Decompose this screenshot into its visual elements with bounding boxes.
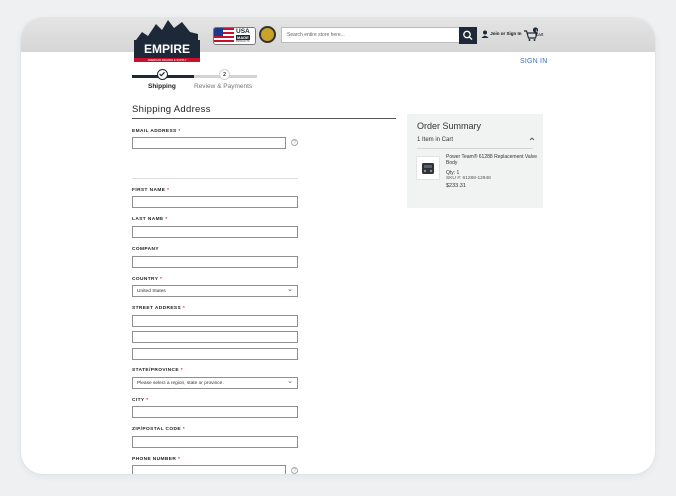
cart-items-toggle[interactable]: 1 Item in Cart [417,137,453,143]
state-select[interactable]: Please select a region, state or provinc… [132,376,298,389]
search-icon [463,30,473,41]
sign-in-link[interactable]: SIGN IN [520,58,547,65]
step-shipping-label: Shipping [148,83,176,90]
order-summary: Order Summary 1 Item in Cart Power Team®… [407,114,543,208]
state-placeholder: Please select a region, state or provinc… [137,381,224,386]
company-label: COMPANY [132,247,159,252]
flag-subtext-2: PRODUCTS [236,39,250,43]
street-address-line-3[interactable] [132,348,298,360]
first-name-field[interactable] [132,196,298,208]
checkout-progress: 2 Shipping Review & Payments [132,68,257,98]
company-field[interactable] [132,256,298,268]
brand-tagline: AMERICAN RIGGING & SUPPLY [148,58,187,62]
flag-text: USA [236,28,250,35]
product-sku: SKU #: 61288-12948 [446,176,491,181]
product-thumbnail [416,156,440,180]
form-divider [132,178,298,179]
state-label: STATE/PROVINCE * [132,368,184,373]
email-label: EMAIL ADDRESS * [132,129,181,134]
search-input[interactable]: Search entire store here... [281,27,477,43]
zip-label: ZIP/POSTAL CODE * [132,427,186,432]
street-address-line-2[interactable] [132,331,298,343]
cart-label[interactable]: Cart [535,32,544,37]
step-review-indicator: 2 [219,69,230,80]
brand-name: EMPIRE [144,42,190,56]
product-name[interactable]: Power Team® 61288 Replacement Valve Body [446,154,538,166]
help-icon[interactable]: ? [291,139,298,146]
page-title: Shipping Address [132,104,211,115]
phone-label: PHONE NUMBER * [132,457,181,462]
title-divider [132,118,396,119]
help-icon[interactable]: ? [291,467,298,474]
street-address-label: STREET ADDRESS * [132,306,186,311]
step-shipping-indicator [157,69,168,80]
street-address-line-1[interactable] [132,315,298,327]
first-name-label: FIRST NAME * [132,188,170,193]
empire-logo[interactable]: EMPIRE AMERICAN RIGGING & SUPPLY [132,18,202,68]
last-name-label: LAST NAME * [132,217,168,222]
city-field[interactable] [132,406,298,418]
check-icon [159,71,165,77]
order-summary-title: Order Summary [417,121,482,131]
step-review-label[interactable]: Review & Payments [194,83,252,90]
search-button[interactable] [459,27,477,44]
phone-field[interactable] [132,465,286,474]
zip-field[interactable] [132,436,298,448]
city-label: CITY * [132,398,149,403]
last-name-field[interactable] [132,226,298,238]
browser-frame: EMPIRE AMERICAN RIGGING & SUPPLY USA MAD… [21,18,655,474]
user-icon [481,30,489,38]
chevron-up-icon[interactable] [529,136,535,142]
product-price: $233.31 [446,183,466,189]
country-select[interactable]: United States [132,284,298,297]
join-label: Join or Sign In [490,31,522,37]
usa-made-badge: USA MADE PRODUCTS [213,27,256,45]
country-label: COUNTRY * [132,277,163,282]
account-link[interactable]: Join or Sign In [481,30,522,38]
site-header: EMPIRE AMERICAN RIGGING & SUPPLY USA MAD… [21,18,655,62]
summary-divider [417,148,533,149]
quality-seal [259,26,276,43]
email-field[interactable] [132,137,286,149]
country-value: United States [137,289,166,294]
